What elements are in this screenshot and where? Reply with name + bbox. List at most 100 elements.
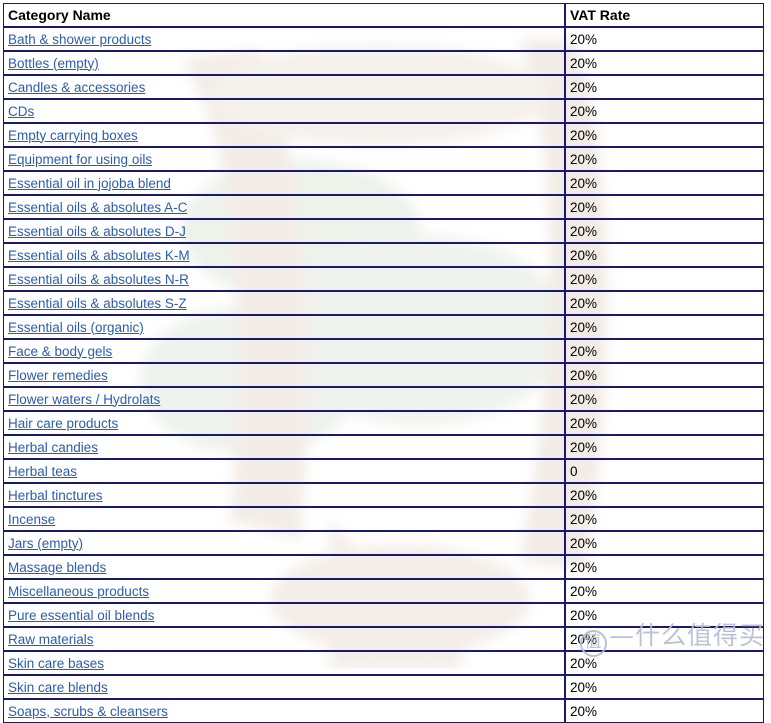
- vat-rate-value: 20%: [570, 295, 598, 311]
- cell-vat-rate: 20%: [565, 699, 764, 723]
- vat-rate-value: 20%: [570, 439, 598, 455]
- category-link[interactable]: Hair care products: [8, 416, 118, 431]
- category-link[interactable]: Jars (empty): [8, 536, 83, 551]
- vat-rate-value: 20%: [570, 703, 598, 719]
- table-body: Bath & shower products 20% Bottles (empty)…: [3, 27, 764, 723]
- category-link[interactable]: Soaps, scrubs & cleansers: [8, 704, 168, 719]
- category-link[interactable]: Empty carrying boxes: [8, 128, 138, 143]
- vat-rate-value: 20%: [570, 31, 598, 47]
- category-link[interactable]: Pure essential oil blends: [8, 608, 154, 623]
- table-row: Herbal teas 0: [3, 459, 764, 483]
- category-link[interactable]: CDs: [8, 104, 34, 119]
- category-link[interactable]: Raw materials: [8, 632, 94, 647]
- cell-vat-rate: 20%: [565, 267, 764, 291]
- cell-vat-rate: 20%: [565, 579, 764, 603]
- page-container: Category Name VAT Rate Bath & shower pro…: [0, 0, 771, 723]
- category-link[interactable]: Bath & shower products: [8, 32, 151, 47]
- cell-category-name: Bath & shower products: [3, 27, 565, 51]
- category-link[interactable]: Essential oils & absolutes N-R: [8, 272, 189, 287]
- category-link[interactable]: Essential oil in jojoba blend: [8, 176, 171, 191]
- cell-category-name: Skin care blends: [3, 675, 565, 699]
- category-link[interactable]: Face & body gels: [8, 344, 112, 359]
- cell-category-name: Flower remedies: [3, 363, 565, 387]
- category-link[interactable]: Essential oils & absolutes K-M: [8, 248, 190, 263]
- cell-vat-rate: 20%: [565, 387, 764, 411]
- vat-rate-value: 20%: [570, 79, 598, 95]
- cell-category-name: Pure essential oil blends: [3, 603, 565, 627]
- table-row: Bottles (empty) 20%: [3, 51, 764, 75]
- vat-rate-value: 20%: [570, 127, 598, 143]
- table-row: Hair care products 20%: [3, 411, 764, 435]
- category-link[interactable]: Herbal candies: [8, 440, 98, 455]
- cell-category-name: Soaps, scrubs & cleansers: [3, 699, 565, 723]
- cell-category-name: Essential oils (organic): [3, 315, 565, 339]
- cell-vat-rate: 20%: [565, 675, 764, 699]
- cell-category-name: Essential oils & absolutes N-R: [3, 267, 565, 291]
- vat-rate-value: 20%: [570, 247, 598, 263]
- category-link[interactable]: Bottles (empty): [8, 56, 99, 71]
- cell-category-name: Hair care products: [3, 411, 565, 435]
- cell-vat-rate: 20%: [565, 51, 764, 75]
- table-row: Bath & shower products 20%: [3, 27, 764, 51]
- cell-category-name: Herbal candies: [3, 435, 565, 459]
- table-row: Essential oils & absolutes D-J 20%: [3, 219, 764, 243]
- vat-rate-value: 20%: [570, 655, 598, 671]
- category-link[interactable]: Miscellaneous products: [8, 584, 149, 599]
- category-link[interactable]: Massage blends: [8, 560, 106, 575]
- table-row: Flower remedies 20%: [3, 363, 764, 387]
- table-row: Face & body gels 20%: [3, 339, 764, 363]
- cell-category-name: Skin care bases: [3, 651, 565, 675]
- category-link[interactable]: Herbal teas: [8, 464, 77, 479]
- category-link[interactable]: Incense: [8, 512, 55, 527]
- category-link[interactable]: Essential oils & absolutes A-C: [8, 200, 187, 215]
- cell-vat-rate: 20%: [565, 219, 764, 243]
- cell-vat-rate: 20%: [565, 123, 764, 147]
- category-link[interactable]: Essential oils (organic): [8, 320, 144, 335]
- table-row: Raw materials 20%: [3, 627, 764, 651]
- cell-vat-rate: 20%: [565, 531, 764, 555]
- vat-rate-value: 20%: [570, 199, 598, 215]
- cell-vat-rate: 20%: [565, 75, 764, 99]
- category-link[interactable]: Skin care bases: [8, 656, 104, 671]
- table-row: Miscellaneous products 20%: [3, 579, 764, 603]
- cell-vat-rate: 20%: [565, 243, 764, 267]
- vat-rate-value: 20%: [570, 175, 598, 191]
- cell-category-name: Face & body gels: [3, 339, 565, 363]
- cell-vat-rate: 20%: [565, 603, 764, 627]
- cell-category-name: Essential oils & absolutes A-C: [3, 195, 565, 219]
- table-row: Essential oils & absolutes S-Z 20%: [3, 291, 764, 315]
- table-row: Skin care bases 20%: [3, 651, 764, 675]
- column-header-vat-rate[interactable]: VAT Rate: [565, 3, 764, 27]
- category-link[interactable]: Flower waters / Hydrolats: [8, 392, 160, 407]
- vat-rate-value: 0: [570, 463, 578, 479]
- cell-category-name: Miscellaneous products: [3, 579, 565, 603]
- cell-vat-rate: 20%: [565, 507, 764, 531]
- cell-vat-rate: 20%: [565, 363, 764, 387]
- table-row: Soaps, scrubs & cleansers 20%: [3, 699, 764, 723]
- table-row: Equipment for using oils 20%: [3, 147, 764, 171]
- cell-category-name: Bottles (empty): [3, 51, 565, 75]
- table-row: CDs 20%: [3, 99, 764, 123]
- table-row: Massage blends 20%: [3, 555, 764, 579]
- vat-rate-value: 20%: [570, 679, 598, 695]
- cell-vat-rate: 20%: [565, 27, 764, 51]
- vat-rate-value: 20%: [570, 583, 598, 599]
- cell-category-name: Candles & accessories: [3, 75, 565, 99]
- category-link[interactable]: Equipment for using oils: [8, 152, 152, 167]
- table-row: Empty carrying boxes 20%: [3, 123, 764, 147]
- category-link[interactable]: Herbal tinctures: [8, 488, 103, 503]
- table-row: Candles & accessories 20%: [3, 75, 764, 99]
- category-link[interactable]: Flower remedies: [8, 368, 108, 383]
- cell-vat-rate: 20%: [565, 483, 764, 507]
- category-link[interactable]: Essential oils & absolutes S-Z: [8, 296, 187, 311]
- category-link[interactable]: Skin care blends: [8, 680, 108, 695]
- category-link[interactable]: Essential oils & absolutes D-J: [8, 224, 186, 239]
- category-vat-table: Category Name VAT Rate Bath & shower pro…: [3, 3, 764, 723]
- vat-rate-value: 20%: [570, 631, 598, 647]
- cell-category-name: Essential oils & absolutes S-Z: [3, 291, 565, 315]
- table-header-row: Category Name VAT Rate: [3, 3, 764, 27]
- table-row: Jars (empty) 20%: [3, 531, 764, 555]
- column-header-category-name[interactable]: Category Name: [3, 3, 565, 27]
- cell-category-name: Equipment for using oils: [3, 147, 565, 171]
- category-link[interactable]: Candles & accessories: [8, 80, 145, 95]
